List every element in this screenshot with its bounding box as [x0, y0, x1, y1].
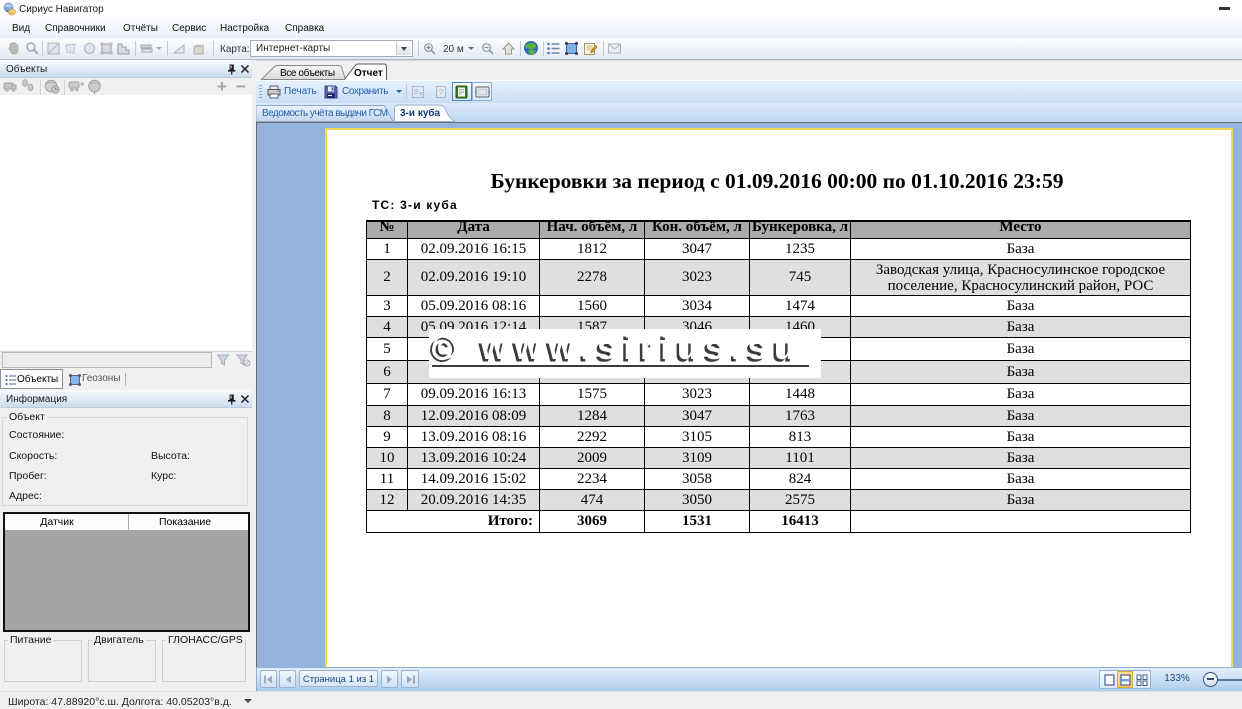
svg-text:?: ? — [439, 88, 444, 97]
